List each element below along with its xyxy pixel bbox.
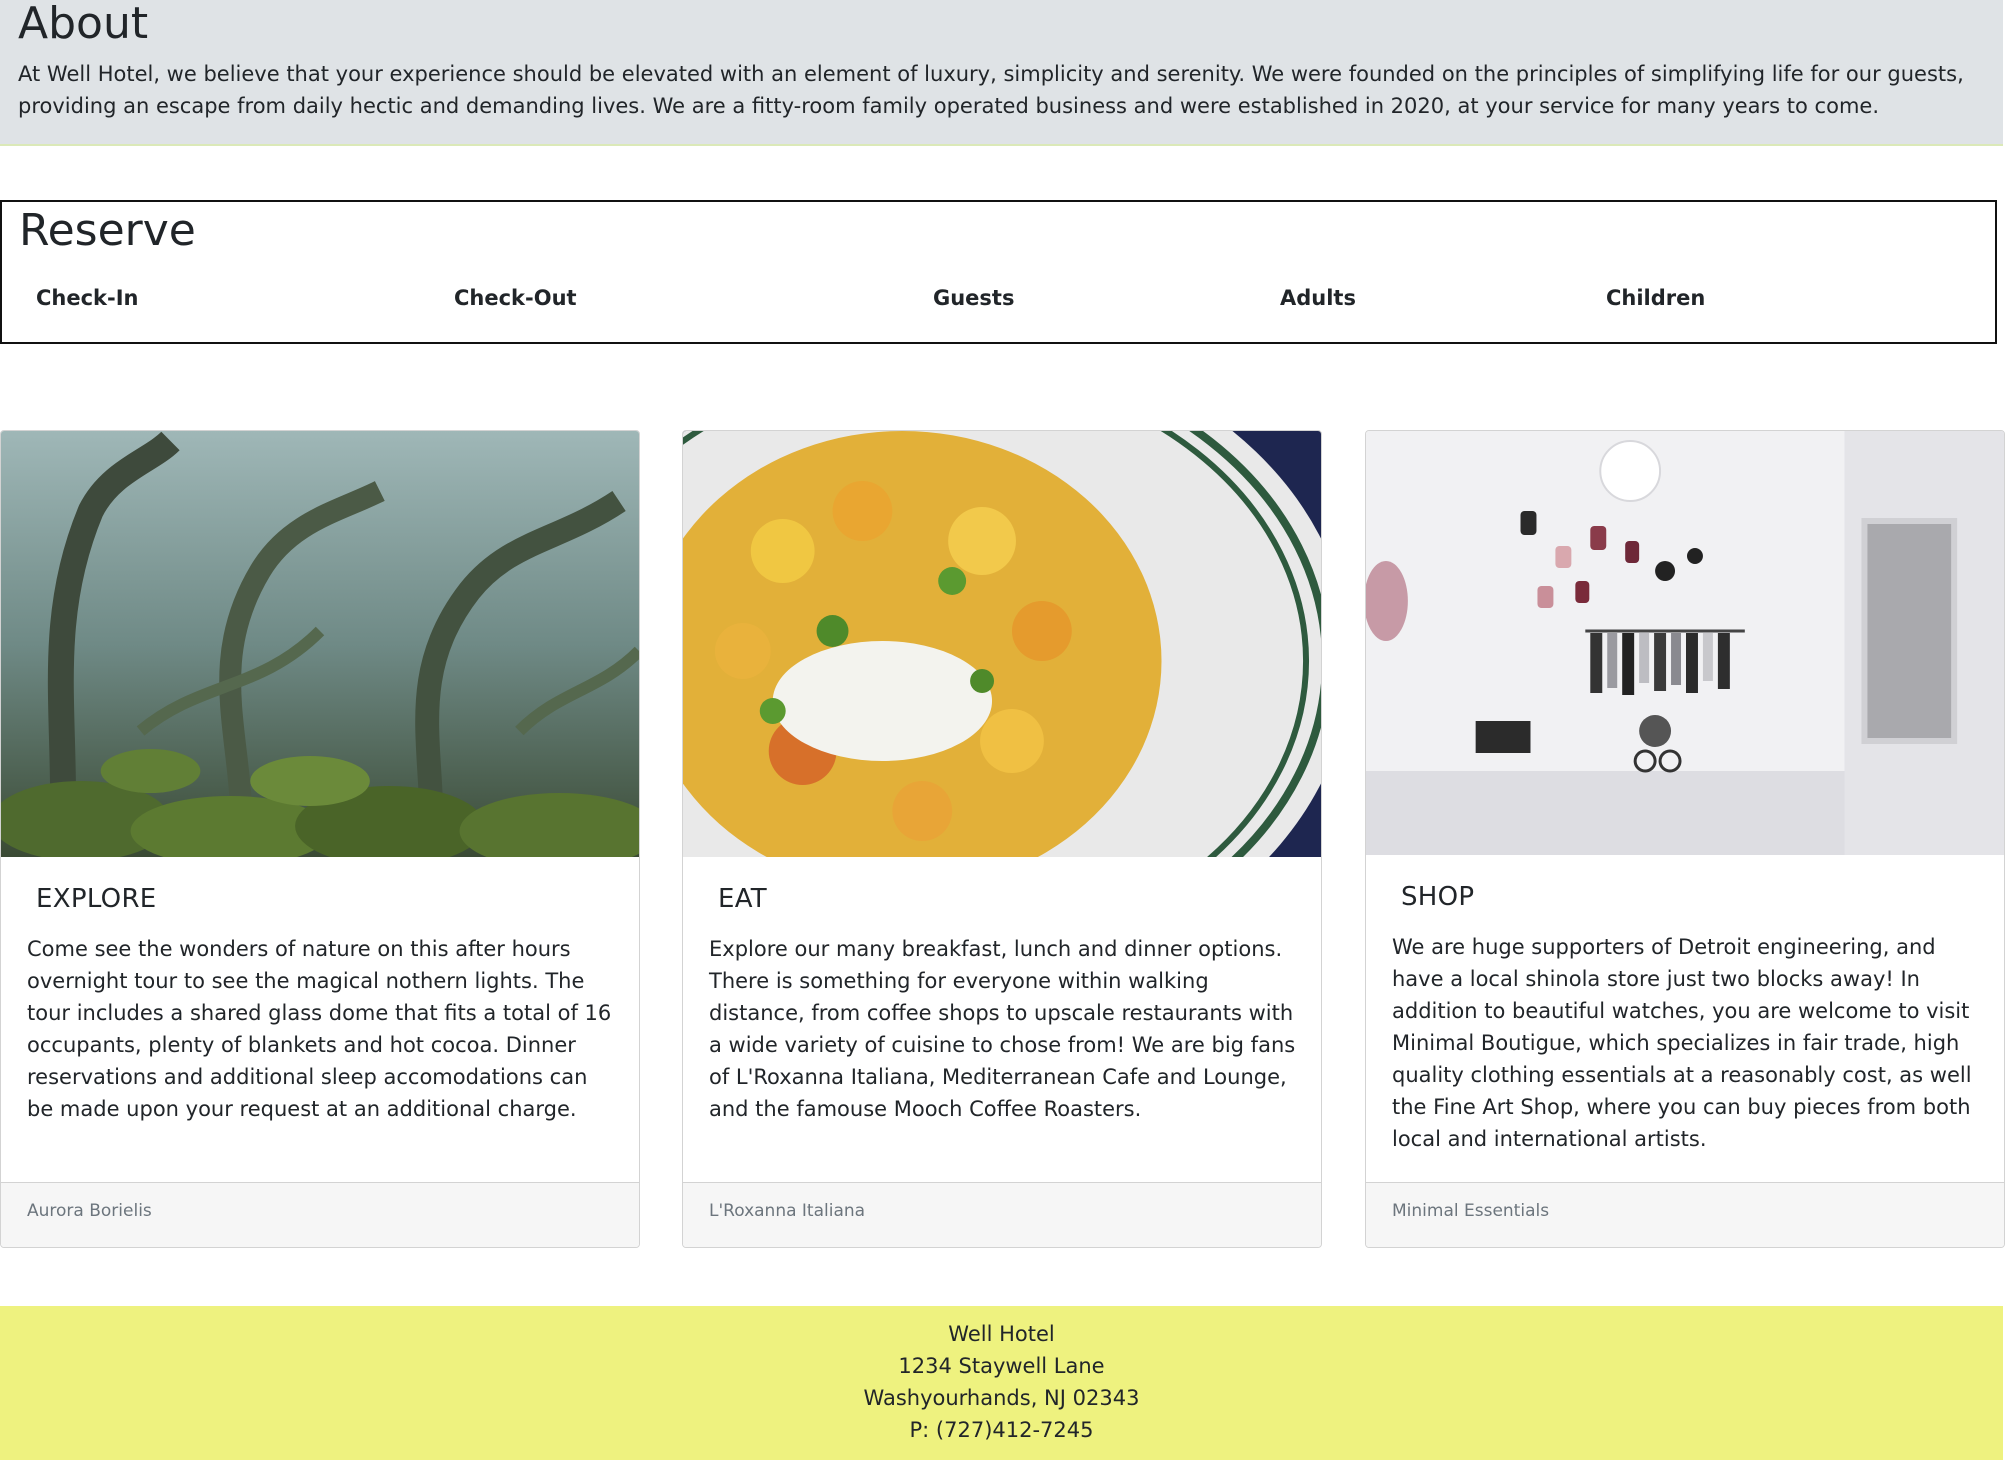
misty-forest-image <box>1 431 639 857</box>
eat-footer-text: L'Roxanna Italiana <box>709 1201 866 1221</box>
adults-field[interactable]: Adults <box>1280 282 1356 314</box>
guests-field[interactable]: Guests <box>933 282 1014 314</box>
shop-card: SHOP We are huge supporters of Detroit e… <box>1365 430 2005 1248</box>
children-field[interactable]: Children <box>1606 282 1705 314</box>
explore-card-footer: Aurora Borielis <box>1 1182 639 1247</box>
footer-hotel-name: Well Hotel <box>948 1322 1055 1346</box>
about-text: At Well Hotel, we believe that your expe… <box>18 62 1964 118</box>
reserve-heading: Reserve <box>19 205 196 256</box>
pasta-dish-image <box>683 431 1321 857</box>
footer-phone: P: (727)412-7245 <box>909 1418 1094 1442</box>
explore-title: EXPLORE <box>36 884 157 914</box>
eat-card: EAT Explore our many breakfast, lunch an… <box>682 430 1322 1248</box>
about-heading: About <box>18 0 149 49</box>
check-in-field[interactable]: Check-In <box>36 282 139 314</box>
reserve-section: Reserve Check-In Check-Out Guests Adults… <box>0 200 1997 344</box>
shop-card-footer: Minimal Essentials <box>1366 1182 2004 1247</box>
check-out-field[interactable]: Check-Out <box>454 282 577 314</box>
explore-text: Come see the wonders of nature on this a… <box>27 937 612 1121</box>
shop-footer-text: Minimal Essentials <box>1392 1201 1550 1221</box>
eat-card-footer: L'Roxanna Italiana <box>683 1182 1321 1247</box>
explore-card: EXPLORE Come see the wonders of nature o… <box>0 430 640 1248</box>
footer-street: 1234 Staywell Lane <box>898 1354 1105 1378</box>
site-footer: Well Hotel 1234 Staywell Lane Washyourha… <box>0 1306 2003 1460</box>
shop-title: SHOP <box>1401 882 1475 912</box>
shop-text: We are huge supporters of Detroit engine… <box>1392 935 1972 1151</box>
eat-title: EAT <box>718 884 767 914</box>
footer-city: Washyourhands, NJ 02343 <box>863 1386 1140 1410</box>
boutique-interior-image <box>1366 431 2004 855</box>
about-section: About At Well Hotel, we believe that you… <box>0 0 2003 146</box>
eat-text: Explore our many breakfast, lunch and di… <box>709 937 1296 1121</box>
explore-footer-text: Aurora Borielis <box>27 1201 152 1221</box>
